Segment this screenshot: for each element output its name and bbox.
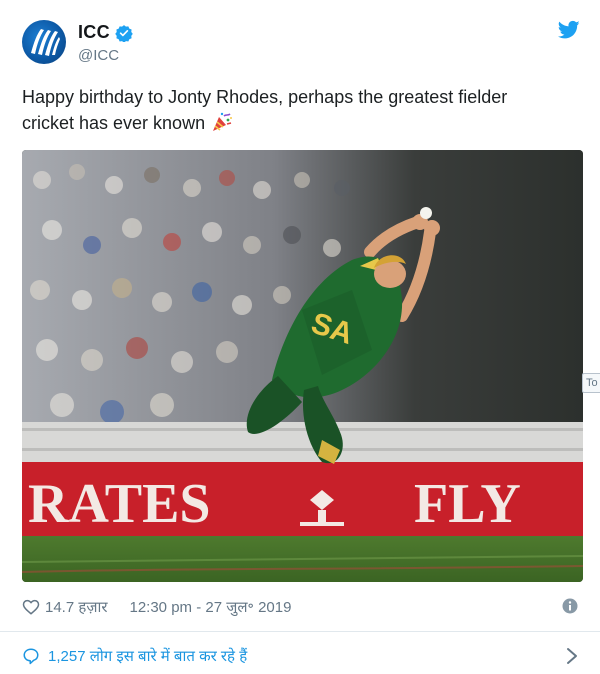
- account-name[interactable]: ICC: [78, 22, 110, 43]
- tweet-photo[interactable]: RATES FLY SA: [22, 150, 583, 582]
- conversation-link[interactable]: 1,257 लोग इस बारे में बात कर रहे हैं: [22, 644, 582, 668]
- conversation-label[interactable]: 1,257 लोग इस बारे में बात कर रहे हैं: [48, 646, 247, 666]
- tweet-text-line: Happy birthday to Jonty Rhodes, perhaps …: [22, 87, 508, 107]
- chevron-right-icon[interactable]: [566, 647, 578, 665]
- account-handle[interactable]: @ICC: [78, 47, 119, 64]
- twitter-bird-icon[interactable]: [558, 20, 580, 40]
- banner-text-fly: FLY: [414, 473, 521, 535]
- banner-text-rates: RATES: [28, 473, 211, 535]
- heart-icon[interactable]: [22, 598, 40, 616]
- reply-bubble-icon: [23, 648, 39, 665]
- like-count[interactable]: 14.7 हज़ार: [45, 597, 107, 617]
- tweet-text-line-2: cricket has ever known: [22, 113, 206, 133]
- icc-logo-icon[interactable]: [22, 20, 66, 64]
- tweet-text-line: cricket has ever known: [22, 110, 582, 136]
- account-name-row[interactable]: ICC: [78, 22, 133, 43]
- tweet-timestamp[interactable]: 12:30 pm - 27 जुल॰ 2019: [129, 597, 291, 617]
- jonty-rhodes-catch-photo: RATES FLY SA: [22, 150, 583, 582]
- tweet-text: Happy birthday to Jonty Rhodes, perhaps …: [22, 84, 582, 136]
- side-tab[interactable]: To: [582, 373, 600, 393]
- party-popper-icon: [213, 112, 233, 131]
- tweet-header: ICC @ICC: [22, 16, 582, 72]
- verified-badge-icon: [115, 24, 133, 42]
- divider: [0, 631, 600, 632]
- info-icon[interactable]: [562, 598, 578, 614]
- tweet-meta-row: 14.7 हज़ार 12:30 pm - 27 जुल॰ 2019: [22, 596, 582, 618]
